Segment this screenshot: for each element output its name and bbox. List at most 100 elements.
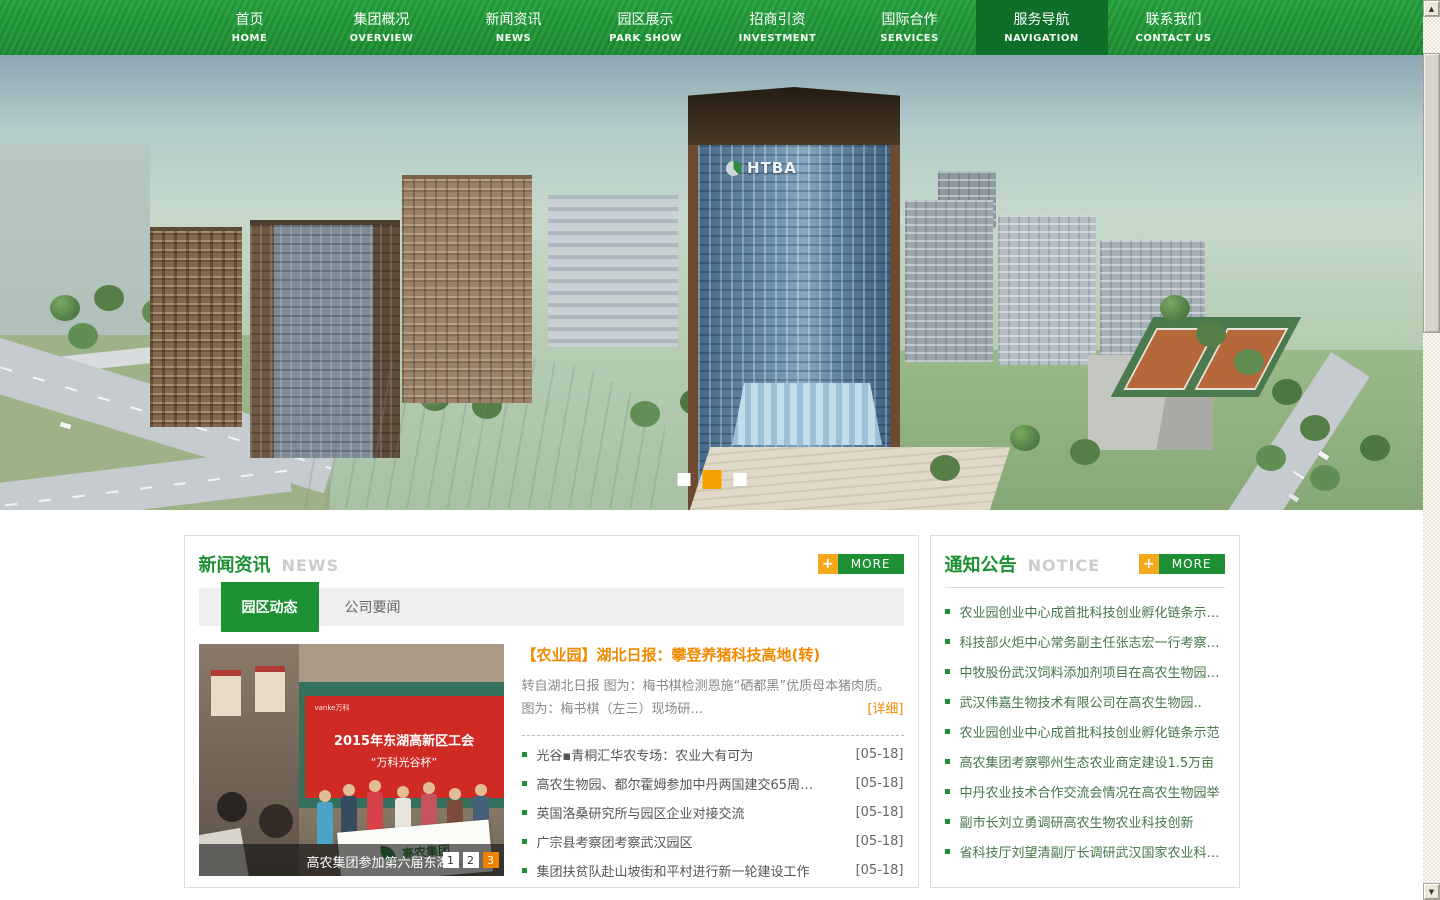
carousel-dot[interactable]	[677, 473, 690, 486]
nav-item-label-zh: 服务导航	[976, 9, 1108, 29]
notice-list-item[interactable]: 副市长刘立勇调研高农生物农业科技创新	[945, 806, 1225, 836]
news-item-date: [05-18]	[856, 776, 904, 791]
bullet-icon	[945, 789, 950, 794]
scrollbar-thumb[interactable]	[1423, 53, 1440, 333]
news-right-column: 【农业园】湖北日报：攀登养猪科技高地(转) 转自湖北日报 图为：梅书棋检测恩施“…	[522, 644, 904, 885]
news-list-item[interactable]: 光谷▪青桐汇华农专场：农业大有可为 [05-18]	[522, 740, 904, 769]
nav-item[interactable]: 联系我们 CONTACT US	[1108, 0, 1240, 55]
tab-park-news[interactable]: 园区动态	[221, 582, 319, 632]
notice-list-item[interactable]: 武汉伟嘉生物技术有限公司在高农生物园..	[945, 686, 1225, 716]
bullet-icon	[945, 729, 950, 734]
news-item-text: 光谷▪青桐汇华农专场：农业大有可为	[537, 745, 846, 764]
hero-building-right-2	[998, 215, 1096, 365]
hero-tower-roof	[688, 87, 900, 149]
nav-item-label-zh: 集团概况	[316, 9, 448, 29]
page-scrollbar[interactable]: ▲ ▼	[1423, 0, 1440, 900]
bullet-icon	[945, 819, 950, 824]
nav-item-label-en: HOME	[184, 33, 316, 44]
news-list: 光谷▪青桐汇华农专场：农业大有可为 [05-18] 高农生物园、都尔霍姆参加中丹…	[522, 740, 904, 885]
photo-banner-line2: “万科光谷杯”	[305, 754, 504, 770]
notice-title: 通知公告 NOTICE	[945, 551, 1101, 577]
bullet-icon	[945, 699, 950, 704]
tab-company-news[interactable]: 公司要闻	[345, 597, 401, 617]
featured-article-excerpt: 转自湖北日报 图为：梅书棋检测恩施“硒都黑”优质母本猪肉质。 图为：梅书棋（左三…	[522, 675, 904, 722]
carousel-dot[interactable]	[702, 470, 721, 489]
notice-item-text: 中丹农业技术合作交流会情况在高农生物园举	[960, 782, 1225, 801]
news-more-label: MORE	[838, 554, 904, 574]
nav-item[interactable]: 国际合作 SERVICES	[844, 0, 976, 55]
photo-page-button[interactable]: 2	[463, 852, 479, 868]
notice-list-item[interactable]: 高农集团考察鄂州生态农业商定建设1.5万亩	[945, 746, 1225, 776]
notice-item-text: 武汉伟嘉生物技术有限公司在高农生物园..	[960, 692, 1225, 711]
notice-item-text: 农业园创业中心成首批科技创业孵化链条示范	[960, 722, 1225, 741]
nav-item[interactable]: 园区展示 PARK SHOW	[580, 0, 712, 55]
bullet-icon	[945, 849, 950, 854]
featured-excerpt-text: 转自湖北日报 图为：梅书棋检测恩施“硒都黑”优质母本猪肉质。 图为：梅书棋（左三…	[522, 679, 891, 717]
hero-building-right-1	[905, 200, 993, 362]
nav-item-label-zh: 园区展示	[580, 9, 712, 29]
carousel-dot[interactable]	[733, 473, 746, 486]
featured-article-title[interactable]: 【农业园】湖北日报：攀登养猪科技高地(转)	[522, 644, 904, 665]
hero-trees-front	[1010, 425, 1040, 451]
news-list-item[interactable]: 集团扶贫队赴山坡街和平村进行新一轮建设工作 [05-18]	[522, 856, 904, 885]
news-list-item[interactable]: 高农生物园、都尔霍姆参加中丹两国建交65周… [05-18]	[522, 769, 904, 798]
news-photo[interactable]: vanke万科 2015年东湖高新区工会 “万科光谷杯”	[199, 644, 504, 876]
nav-item-label-zh: 国际合作	[844, 9, 976, 29]
photo-banner-brand: vanke万科	[315, 703, 350, 713]
news-panel: 新闻资讯 NEWS + MORE 园区动态 公司要闻	[184, 535, 919, 888]
plus-icon: +	[818, 554, 838, 574]
hero-atrium	[732, 383, 882, 445]
photo-page-button[interactable]: 3	[483, 852, 499, 868]
nav-item[interactable]: 首页 HOME	[184, 0, 316, 55]
notice-item-text: 科技部火炬中心常务副主任张志宏一行考察高..	[960, 632, 1225, 651]
detail-link[interactable]: [详细]	[867, 698, 903, 721]
notice-item-text: 副市长刘立勇调研高农生物农业科技创新	[960, 812, 1225, 831]
nav-item-label-en: PARK SHOW	[580, 33, 712, 44]
bullet-icon	[522, 810, 527, 815]
htba-logo: HTBA	[726, 159, 797, 177]
photo-poster-2	[255, 666, 285, 712]
notice-list-item[interactable]: 农业园创业中心成首批科技创业孵化链条示范..	[945, 596, 1225, 626]
news-header: 新闻资讯 NEWS + MORE	[199, 546, 904, 582]
notice-more-label: MORE	[1159, 554, 1225, 574]
news-list-item[interactable]: 英国洛桑研究所与园区企业对接交流 [05-18]	[522, 798, 904, 827]
photo-caption: 高农集团参加第六届东湖	[307, 852, 450, 871]
photo-poster-1	[211, 670, 241, 716]
news-title: 新闻资讯 NEWS	[199, 551, 340, 577]
scrollbar-up-icon[interactable]: ▲	[1423, 0, 1440, 17]
scrollbar-down-icon[interactable]: ▼	[1423, 883, 1440, 900]
htba-logo-text: HTBA	[747, 159, 797, 177]
news-more-button[interactable]: + MORE	[818, 554, 904, 574]
photo-page-button[interactable]: 1	[443, 852, 459, 868]
news-item-date: [05-18]	[856, 747, 904, 762]
notice-list-item[interactable]: 中牧股份武汉饲料添加剂项目在高农生物园开..…	[945, 656, 1225, 686]
content-area: 新闻资讯 NEWS + MORE 园区动态 公司要闻	[184, 535, 1240, 888]
notice-list-item[interactable]: 省科技厅刘望清副厅长调研武汉国家农业科技..	[945, 836, 1225, 866]
notice-more-button[interactable]: + MORE	[1139, 554, 1225, 574]
nav-item-label-en: SERVICES	[844, 33, 976, 44]
nav-item[interactable]: 服务导航 NAVIGATION	[976, 0, 1108, 55]
nav-item-label-zh: 招商引资	[712, 9, 844, 29]
notice-title-zh: 通知公告	[945, 555, 1017, 576]
news-item-text: 英国洛桑研究所与园区企业对接交流	[537, 803, 846, 822]
photo-pagination: 1 2 3	[443, 852, 499, 868]
news-item-text: 集团扶贫队赴山坡街和平村进行新一轮建设工作	[537, 861, 846, 880]
hero-building-white	[548, 195, 678, 347]
hero-building-brick-1	[150, 227, 242, 427]
notice-item-text: 中牧股份武汉饲料添加剂项目在高农生物园开..…	[960, 662, 1225, 681]
notice-list-item[interactable]: 中丹农业技术合作交流会情况在高农生物园举	[945, 776, 1225, 806]
news-item-date: [05-18]	[856, 805, 904, 820]
nav-item[interactable]: 新闻资讯 NEWS	[448, 0, 580, 55]
notice-list-item[interactable]: 科技部火炬中心常务副主任张志宏一行考察高..	[945, 626, 1225, 656]
news-item-text: 广宗县考察团考察武汉园区	[537, 832, 846, 851]
bullet-icon	[945, 639, 950, 644]
notice-list-item[interactable]: 农业园创业中心成首批科技创业孵化链条示范	[945, 716, 1225, 746]
nav-item[interactable]: 集团概况 OVERVIEW	[316, 0, 448, 55]
nav-item-label-zh: 首页	[184, 9, 316, 29]
notice-item-text: 农业园创业中心成首批科技创业孵化链条示范..	[960, 602, 1225, 621]
news-tabbar: 园区动态 公司要闻	[199, 588, 904, 626]
nav-item[interactable]: 招商引资 INVESTMENT	[712, 0, 844, 55]
photo-silhouette-2	[259, 804, 293, 838]
news-list-item[interactable]: 广宗县考察团考察武汉园区 [05-18]	[522, 827, 904, 856]
nav-item-label-en: NEWS	[448, 33, 580, 44]
